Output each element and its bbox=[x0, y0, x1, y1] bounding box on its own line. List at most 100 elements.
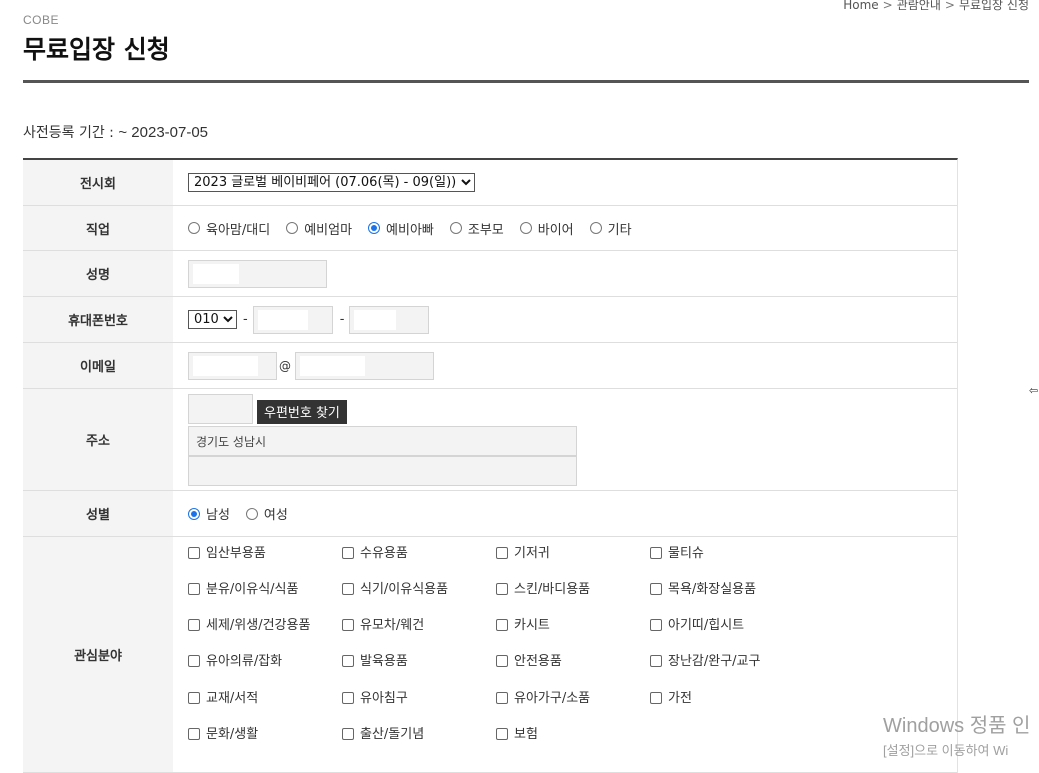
checkbox-icon[interactable] bbox=[496, 547, 508, 559]
interest-option-label: 보험 bbox=[514, 726, 538, 742]
interest-option[interactable]: 스킨/바디용품 bbox=[496, 583, 650, 608]
interest-option[interactable]: 안전용품 bbox=[496, 655, 650, 680]
interest-option[interactable]: 유아가구/소품 bbox=[496, 691, 650, 717]
job-radio-expecting-father[interactable]: 예비아빠 bbox=[368, 219, 434, 238]
interest-option[interactable]: 유아의류/잡화 bbox=[188, 655, 342, 680]
interest-option-label: 교재/서적 bbox=[206, 690, 259, 706]
checkbox-icon[interactable] bbox=[650, 655, 662, 668]
interest-option[interactable]: 출산/돌기념 bbox=[342, 726, 496, 753]
checkbox-icon[interactable] bbox=[342, 691, 354, 704]
radio-icon[interactable] bbox=[449, 222, 462, 234]
interest-option[interactable]: 유아침구 bbox=[342, 691, 496, 717]
radio-icon[interactable] bbox=[286, 222, 299, 234]
zipcode-search-button[interactable]: 우편번호 찾기 bbox=[257, 399, 347, 424]
interest-option[interactable]: 세제/위생/건강용품 bbox=[188, 619, 342, 644]
interest-option[interactable]: 문화/생활 bbox=[188, 726, 342, 753]
checkbox-icon[interactable] bbox=[496, 655, 508, 668]
radio-icon[interactable] bbox=[188, 222, 200, 234]
address-line2-input[interactable] bbox=[188, 455, 577, 486]
checkbox-icon[interactable] bbox=[342, 547, 354, 559]
interests-row: 관심분야 임산부용품 수유용품 기저귀 물티슈 분유/이유식/식품 식기/이유식용품 스킨/… bbox=[23, 537, 957, 773]
exhibition-select[interactable]: 2023 글로벌 베이비페어 (07.06(목) - 09(일)) bbox=[188, 173, 475, 192]
radio-icon[interactable] bbox=[245, 507, 258, 520]
interest-option-label: 스킨/바디용품 bbox=[514, 582, 591, 598]
interest-option[interactable]: 유모차/웨건 bbox=[342, 619, 496, 644]
interest-option[interactable]: 발육용품 bbox=[342, 655, 496, 680]
job-radio-buyer[interactable]: 바이어 bbox=[519, 219, 574, 238]
gender-radio-female[interactable]: 여성 bbox=[245, 504, 288, 523]
interest-option-label: 기저귀 bbox=[514, 546, 550, 561]
interest-option-label: 아기띠/힙시트 bbox=[668, 618, 745, 634]
interest-option[interactable]: 가전 bbox=[650, 691, 804, 717]
interest-option[interactable]: 기저귀 bbox=[496, 547, 650, 572]
email-domain-input[interactable] bbox=[295, 351, 434, 380]
interest-option[interactable]: 수유용품 bbox=[342, 547, 496, 572]
address-label: 주소 bbox=[23, 389, 173, 490]
job-radio-parent[interactable]: 육아맘/대디 bbox=[188, 219, 270, 238]
checkbox-icon[interactable] bbox=[496, 619, 508, 632]
exhibition-label: 전시회 bbox=[23, 160, 173, 205]
interest-option[interactable]: 식기/이유식용품 bbox=[342, 583, 496, 608]
interest-option-label: 분유/이유식/식품 bbox=[206, 582, 299, 598]
job-radio-expecting-mother[interactable]: 예비엄마 bbox=[286, 219, 352, 238]
breadcrumb-level1[interactable]: 관람안내 bbox=[897, 0, 941, 12]
interest-option[interactable]: 카시트 bbox=[496, 619, 650, 644]
address-line1-input[interactable]: 경기도 성남시 bbox=[188, 425, 577, 456]
radio-icon[interactable] bbox=[368, 222, 381, 234]
checkbox-icon[interactable] bbox=[650, 619, 662, 632]
email-id-input[interactable] bbox=[188, 351, 277, 380]
name-row: 성명 bbox=[23, 251, 957, 297]
breadcrumb-home[interactable]: Home bbox=[843, 0, 878, 12]
checkbox-icon[interactable] bbox=[496, 583, 508, 596]
exhibition-row: 전시회 2023 글로벌 베이비페어 (07.06(목) - 09(일)) bbox=[23, 160, 957, 206]
interest-option[interactable]: 목욕/화장실용품 bbox=[650, 583, 804, 608]
phone-middle-input[interactable] bbox=[252, 305, 333, 334]
checkbox-icon[interactable] bbox=[496, 727, 508, 740]
breadcrumb: Home > 관람안내 > 무료입장 신청 bbox=[843, 0, 1029, 13]
zipcode-input[interactable] bbox=[188, 393, 253, 424]
checkbox-icon[interactable] bbox=[342, 655, 354, 668]
checkbox-icon[interactable] bbox=[188, 619, 200, 632]
interest-option-label: 카시트 bbox=[514, 618, 550, 634]
checkbox-icon[interactable] bbox=[188, 727, 200, 740]
phone-dash: - bbox=[339, 312, 345, 327]
phone-row: 휴대폰번호 010 - - bbox=[23, 297, 957, 343]
checkbox-icon[interactable] bbox=[342, 583, 354, 596]
interest-option[interactable]: 임산부용품 bbox=[188, 547, 342, 572]
interest-option[interactable]: 장난감/완구/교구 bbox=[650, 655, 804, 680]
name-input[interactable] bbox=[188, 259, 327, 288]
interest-option-label: 유아의류/잡화 bbox=[206, 654, 283, 670]
checkbox-icon[interactable] bbox=[188, 547, 200, 559]
interest-option-label: 수유용품 bbox=[360, 546, 408, 561]
checkbox-icon[interactable] bbox=[342, 619, 354, 632]
phone-last-input[interactable] bbox=[349, 305, 430, 334]
interests-checkbox-group: 임산부용품 수유용품 기저귀 물티슈분유/이유식/식품 식기/이유식용품 스킨/바디용품 목… bbox=[173, 537, 957, 772]
checkbox-icon[interactable] bbox=[188, 655, 200, 668]
interest-option[interactable]: 아기띠/힙시트 bbox=[650, 619, 804, 644]
interest-option-label: 문화/생활 bbox=[206, 726, 259, 742]
checkbox-icon[interactable] bbox=[650, 691, 662, 704]
checkbox-icon[interactable] bbox=[496, 691, 508, 704]
checkbox-icon[interactable] bbox=[188, 691, 200, 704]
gender-radio-male[interactable]: 남성 bbox=[188, 504, 230, 523]
checkbox-icon[interactable] bbox=[650, 583, 662, 596]
radio-icon[interactable] bbox=[188, 507, 200, 520]
interest-option[interactable]: 분유/이유식/식품 bbox=[188, 583, 342, 608]
radio-icon[interactable] bbox=[519, 222, 532, 234]
name-label: 성명 bbox=[23, 251, 173, 296]
phone-prefix-select[interactable]: 010 bbox=[188, 310, 237, 329]
radio-icon[interactable] bbox=[589, 222, 602, 234]
job-radio-grandparent[interactable]: 조부모 bbox=[449, 219, 504, 238]
interest-option-label: 출산/돌기념 bbox=[360, 726, 425, 742]
checkbox-icon[interactable] bbox=[650, 547, 662, 559]
job-radio-other[interactable]: 기타 bbox=[589, 219, 632, 238]
interest-option[interactable]: 보험 bbox=[496, 726, 650, 753]
interest-option-label: 발육용품 bbox=[360, 654, 408, 670]
interest-option[interactable]: 교재/서적 bbox=[188, 690, 342, 717]
checkbox-icon[interactable] bbox=[342, 727, 354, 740]
interest-option-label: 목욕/화장실용품 bbox=[668, 582, 757, 598]
checkbox-icon[interactable] bbox=[188, 583, 200, 596]
interest-option[interactable]: 물티슈 bbox=[650, 547, 804, 572]
job-row: 직업 육아맘/대디 예비엄마 예비아빠 조부모 바이어 기타 bbox=[23, 206, 957, 251]
registration-period: 사전등록 기간 : ~ 2023-07-05 bbox=[23, 122, 208, 142]
